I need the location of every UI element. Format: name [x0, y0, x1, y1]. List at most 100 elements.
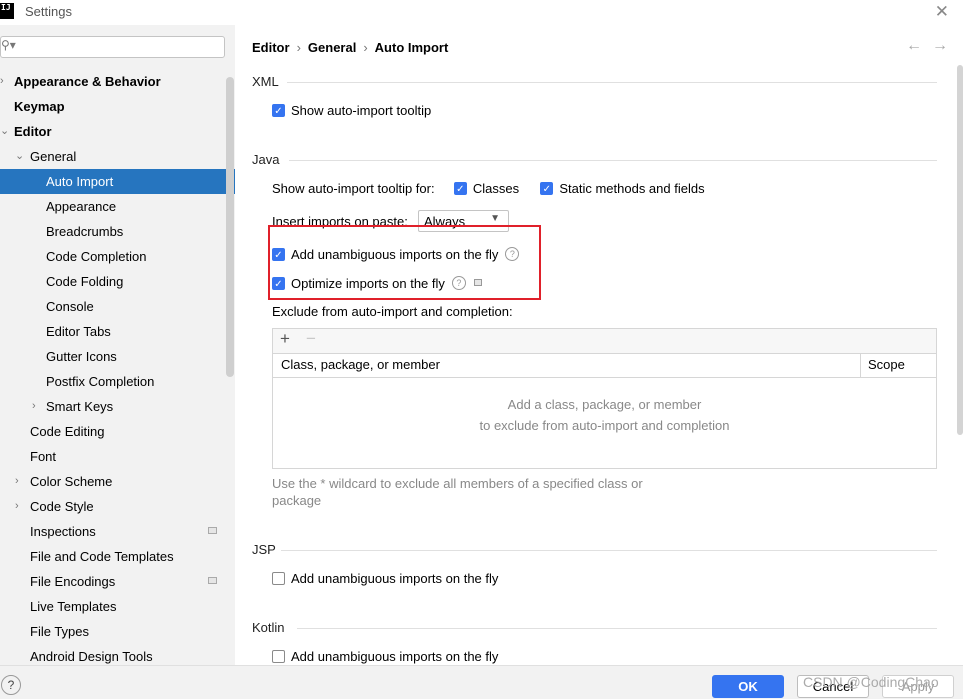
kotlin-add-unambiguous-checkbox[interactable]: Add unambiguous imports on the fly: [272, 648, 498, 666]
checkbox-unchecked-icon[interactable]: [272, 650, 285, 664]
checkbox-checked-icon[interactable]: ✓: [272, 277, 285, 291]
checkbox-unchecked-icon[interactable]: [272, 572, 285, 586]
sidebar-item-label: Font: [30, 449, 57, 464]
section-divider: [281, 550, 937, 551]
sidebar-item-label: Breadcrumbs: [46, 224, 124, 239]
chevron-down-icon[interactable]: ⌄: [0, 119, 9, 144]
sidebar-item-label: File Encodings: [30, 574, 116, 589]
add-unambiguous-checkbox[interactable]: ✓ Add unambiguous imports on the fly?: [272, 246, 520, 264]
sidebar-item-console[interactable]: Console: [0, 294, 235, 319]
wildcard-hint: Use the * wildcard to exclude all member…: [272, 476, 643, 491]
sidebar-item-gutter-icons[interactable]: Gutter Icons: [0, 344, 235, 369]
checkbox-label: Show auto-import tooltip: [291, 103, 432, 118]
sidebar-item-label: Color Scheme: [30, 474, 113, 489]
table-toolbar: + −: [273, 329, 936, 354]
sidebar-item-label: Smart Keys: [46, 399, 114, 414]
checkbox-label: Add unambiguous imports on the fly: [291, 649, 499, 664]
chevron-right-icon[interactable]: ›: [0, 69, 4, 94]
sidebar-item-inspections[interactable]: Inspections: [0, 519, 235, 544]
tooltip-for-row: Show auto-import tooltip for: ✓ Classes ✓…: [272, 180, 705, 198]
sidebar-item-label: Editor: [14, 124, 52, 139]
sidebar-scrollbar[interactable]: [226, 77, 234, 377]
sidebar-item-editor-tabs[interactable]: Editor Tabs: [0, 319, 235, 344]
checkbox-label: Add unambiguous imports on the fly: [291, 247, 499, 262]
cancel-button[interactable]: Cancel: [797, 675, 869, 698]
sidebar-item-code-folding[interactable]: Code Folding: [0, 269, 235, 294]
chevron-right-icon[interactable]: ›: [15, 469, 19, 494]
classes-checkbox[interactable]: ✓ Classes: [453, 181, 519, 196]
remove-icon[interactable]: −: [306, 329, 316, 349]
apply-button[interactable]: Apply: [882, 675, 954, 698]
close-icon[interactable]: ✕: [935, 2, 949, 22]
sidebar-item-label: Code Editing: [30, 424, 105, 439]
intellij-logo-icon: IJ: [0, 3, 14, 19]
sidebar-item-code-editing[interactable]: Code Editing: [0, 419, 235, 444]
sidebar-item-smart-keys[interactable]: › Smart Keys: [0, 394, 235, 419]
help-icon[interactable]: ?: [505, 246, 520, 261]
help-button[interactable]: ?: [1, 675, 21, 695]
checkbox-label: Add unambiguous imports on the fly: [291, 571, 499, 586]
search-box[interactable]: ⚲▾: [0, 36, 225, 58]
ok-button[interactable]: OK: [712, 675, 784, 698]
chevron-right-icon[interactable]: ›: [15, 494, 19, 519]
column-header-class[interactable]: Class, package, or member: [281, 357, 440, 372]
sidebar-item-appearance[interactable]: Appearance: [0, 194, 235, 219]
sidebar-item-file-encodings[interactable]: File Encodings: [0, 569, 235, 594]
insert-on-paste-dropdown[interactable]: Always ▼: [418, 210, 509, 232]
wildcard-hint: package: [272, 493, 322, 508]
add-icon[interactable]: +: [280, 329, 290, 349]
sidebar-item-general[interactable]: ⌄ General: [0, 144, 235, 169]
sidebar-item-code-completion[interactable]: Code Completion: [0, 244, 235, 269]
forward-arrow-icon[interactable]: →: [932, 37, 948, 55]
sidebar-item-color-scheme[interactable]: › Color Scheme: [0, 469, 235, 494]
sidebar-item-label: Editor Tabs: [46, 324, 111, 339]
help-icon[interactable]: ?: [451, 275, 466, 290]
breadcrumb-separator: ›: [363, 40, 368, 55]
section-title-jsp: JSP: [252, 542, 276, 557]
sidebar-item-label: Gutter Icons: [46, 349, 117, 364]
checkbox-checked-icon[interactable]: ✓: [272, 248, 285, 262]
breadcrumb-item[interactable]: Editor: [252, 40, 290, 55]
sidebar-item-code-style[interactable]: › Code Style: [0, 494, 235, 519]
jsp-add-unambiguous-checkbox[interactable]: Add unambiguous imports on the fly: [272, 570, 498, 588]
sidebar-item-file-types[interactable]: File Types: [0, 619, 235, 644]
chevron-down-icon[interactable]: ⌄: [15, 144, 24, 169]
sidebar-item-keymap[interactable]: Keymap: [0, 94, 235, 119]
breadcrumb: Editor › General › Auto Import: [252, 40, 448, 55]
sidebar-item-android-design-tools[interactable]: Android Design Tools: [0, 644, 235, 665]
static-methods-checkbox[interactable]: ✓ Static methods and fields: [540, 181, 705, 196]
sidebar-item-appearance-behavior[interactable]: › Appearance & Behavior: [0, 69, 235, 94]
section-divider: [297, 628, 937, 629]
optimize-imports-checkbox[interactable]: ✓ Optimize imports on the fly?: [272, 275, 482, 293]
sidebar-item-label: General: [30, 149, 77, 164]
sidebar-item-auto-import[interactable]: Auto Import: [0, 169, 235, 194]
sidebar-item-breadcrumbs[interactable]: Breadcrumbs: [0, 219, 235, 244]
sidebar-item-font[interactable]: Font: [0, 444, 235, 469]
xml-show-tooltip-checkbox[interactable]: ✓ Show auto-import tooltip: [272, 102, 431, 120]
sidebar-item-editor[interactable]: ⌄ Editor: [0, 119, 235, 144]
column-header-scope[interactable]: Scope: [868, 357, 905, 372]
sidebar-item-label: Code Completion: [46, 249, 147, 264]
back-arrow-icon[interactable]: ←: [906, 37, 922, 55]
exclude-table: + − Class, package, or member Scope Add …: [272, 328, 937, 469]
chevron-right-icon[interactable]: ›: [32, 394, 36, 419]
project-scope-icon: [473, 279, 482, 287]
checkbox-label: Optimize imports on the fly: [291, 276, 445, 291]
breadcrumb-item[interactable]: General: [308, 40, 356, 55]
column-divider[interactable]: [860, 353, 861, 377]
breadcrumb-separator: ›: [296, 40, 301, 55]
search-input[interactable]: [17, 38, 221, 58]
content-scrollbar[interactable]: [957, 65, 963, 435]
dialog-footer: ? OK Cancel Apply: [0, 665, 963, 699]
section-title-xml: XML: [252, 74, 279, 89]
checkbox-checked-icon[interactable]: ✓: [453, 182, 467, 196]
sidebar-item-file-and-code-templates[interactable]: File and Code Templates: [0, 544, 235, 569]
sidebar-item-label: Postfix Completion: [46, 374, 155, 389]
search-icon: ⚲▾: [1, 38, 16, 52]
checkbox-checked-icon[interactable]: ✓: [272, 104, 285, 118]
sidebar-item-live-templates[interactable]: Live Templates: [0, 594, 235, 619]
sidebar-item-label: Inspections: [30, 524, 96, 539]
settings-sidebar: ⚲▾ › Appearance & Behavior Keymap ⌄ Edit…: [0, 25, 235, 665]
sidebar-item-postfix-completion[interactable]: Postfix Completion: [0, 369, 235, 394]
checkbox-checked-icon[interactable]: ✓: [540, 182, 554, 196]
